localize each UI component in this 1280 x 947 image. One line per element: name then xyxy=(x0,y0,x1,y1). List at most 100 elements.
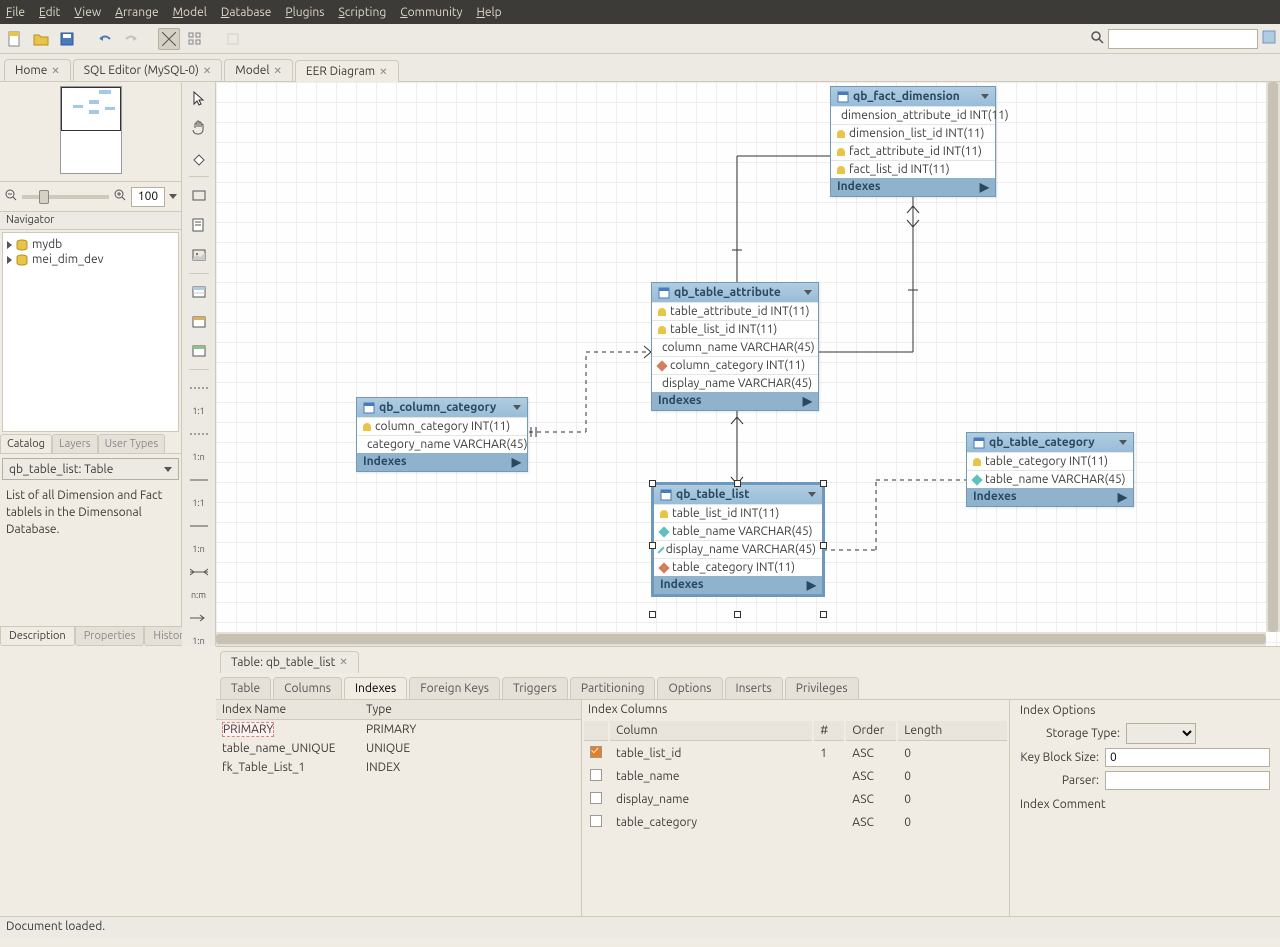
tab-sql-editor[interactable]: SQL Editor (MySQL-0)✕ xyxy=(73,59,223,81)
db-item[interactable]: mei_dim_dev xyxy=(7,252,174,267)
key-block-size-input[interactable] xyxy=(1105,748,1270,767)
entity-qb-table-list[interactable]: qb_table_list table_list_id INT(11) tabl… xyxy=(653,484,823,595)
index-col-row[interactable]: table_categoryASC0 xyxy=(584,812,1007,833)
rel-pick-tool-icon[interactable] xyxy=(186,606,212,630)
menu-file[interactable]: File xyxy=(6,6,25,19)
scrollbar-horizontal[interactable] xyxy=(216,632,1266,646)
tab-layers[interactable]: Layers xyxy=(52,434,98,453)
itab-options[interactable]: Options xyxy=(657,677,722,699)
checkbox[interactable] xyxy=(590,746,602,758)
menu-model[interactable]: Model xyxy=(173,6,207,19)
editor-tab[interactable]: Table: qb_table_list✕ xyxy=(220,651,359,673)
layer-tool-icon[interactable] xyxy=(186,183,212,207)
close-icon[interactable]: ✕ xyxy=(274,65,282,77)
menu-edit[interactable]: Edit xyxy=(39,6,60,19)
status-bar: Document loaded. xyxy=(0,916,1280,938)
search-options-icon[interactable] xyxy=(1262,30,1276,47)
image-tool-icon[interactable] xyxy=(186,243,212,267)
itab-foreign-keys[interactable]: Foreign Keys xyxy=(409,677,500,699)
index-row[interactable]: fk_Table_List_1 INDEX xyxy=(216,758,581,777)
entity-qb-table-attribute[interactable]: qb_table_attribute table_attribute_id IN… xyxy=(651,282,819,411)
eraser-tool-icon[interactable] xyxy=(186,146,212,170)
close-icon[interactable]: ✕ xyxy=(203,65,211,77)
menu-scripting[interactable]: Scripting xyxy=(338,6,386,19)
menu-help[interactable]: Help xyxy=(476,6,501,19)
navigator-tree[interactable]: mydb mei_dim_dev xyxy=(2,232,179,432)
rel-11id-tool-icon[interactable] xyxy=(186,468,212,492)
checkbox[interactable] xyxy=(590,769,602,781)
menu-plugins[interactable]: Plugins xyxy=(285,6,324,19)
scrollbar-vertical[interactable] xyxy=(1266,82,1280,632)
tab-user-types[interactable]: User Types xyxy=(98,434,166,453)
db-item[interactable]: mydb xyxy=(7,237,174,252)
rel-nm-tool-icon[interactable] xyxy=(186,560,212,584)
object-selector[interactable]: qb_table_list: Table xyxy=(2,458,179,480)
itab-columns[interactable]: Columns xyxy=(273,677,342,699)
entity-qb-table-category[interactable]: qb_table_category table_category INT(11)… xyxy=(966,432,1134,507)
tab-model[interactable]: Model✕ xyxy=(224,59,293,81)
save-icon[interactable] xyxy=(56,28,78,50)
menu-community[interactable]: Community xyxy=(400,6,462,19)
undo-icon[interactable] xyxy=(94,28,116,50)
col-header: Length xyxy=(898,721,1007,741)
print-icon[interactable] xyxy=(222,28,244,50)
index-row[interactable]: PRIMARY PRIMARY xyxy=(216,720,581,739)
minimap[interactable] xyxy=(0,82,181,182)
zoom-input[interactable] xyxy=(131,187,165,207)
itab-indexes[interactable]: Indexes xyxy=(344,677,407,699)
menubar: File Edit View Arrange Model Database Pl… xyxy=(0,0,1280,24)
tab-home[interactable]: Home✕ xyxy=(4,59,71,81)
col-header: Column xyxy=(610,721,812,741)
entity-qb-fact-dimension[interactable]: qb_fact_dimension dimension_attribute_id… xyxy=(830,86,996,197)
zoom-in-icon[interactable] xyxy=(113,188,127,205)
zoom-out-icon[interactable] xyxy=(4,188,18,205)
tab-description[interactable]: Description xyxy=(0,627,75,646)
close-icon[interactable]: ✕ xyxy=(339,656,347,669)
close-icon[interactable]: ✕ xyxy=(51,65,59,77)
index-list[interactable]: Index Name Type PRIMARY PRIMARY table_na… xyxy=(216,700,582,916)
zoom-slider[interactable] xyxy=(22,195,109,199)
hand-tool-icon[interactable] xyxy=(186,116,212,140)
table-tool-icon[interactable] xyxy=(186,280,212,304)
index-col-row[interactable]: table_nameASC0 xyxy=(584,766,1007,787)
menu-arrange[interactable]: Arrange xyxy=(115,6,158,19)
entity-qb-column-category[interactable]: qb_column_category column_category INT(1… xyxy=(356,397,528,472)
tab-eer-diagram[interactable]: EER Diagram✕ xyxy=(295,60,399,82)
rel-11-tool-icon[interactable] xyxy=(186,376,212,400)
align-icon[interactable] xyxy=(184,28,206,50)
open-file-icon[interactable] xyxy=(30,28,52,50)
grid-toggle-icon[interactable] xyxy=(158,28,180,50)
description-text: List of all Dimension and Fact tablels i… xyxy=(0,484,181,626)
search-input[interactable] xyxy=(1108,29,1258,49)
zoom-dropdown-icon[interactable] xyxy=(169,194,177,199)
index-col-row[interactable]: table_list_id1ASC0 xyxy=(584,743,1007,764)
itab-triggers[interactable]: Triggers xyxy=(502,677,568,699)
checkbox[interactable] xyxy=(590,792,602,804)
new-file-icon[interactable] xyxy=(4,28,26,50)
storage-type-select[interactable] xyxy=(1126,723,1196,744)
itab-table[interactable]: Table xyxy=(220,677,271,699)
index-col-row[interactable]: display_nameASC0 xyxy=(584,789,1007,810)
document-tabs: Home✕ SQL Editor (MySQL-0)✕ Model✕ EER D… xyxy=(0,54,1280,82)
parser-input[interactable] xyxy=(1105,771,1270,790)
rel-1n-tool-icon[interactable] xyxy=(186,422,212,446)
search-icon xyxy=(1090,30,1104,47)
redo-icon[interactable] xyxy=(120,28,142,50)
close-icon[interactable]: ✕ xyxy=(379,66,387,78)
itab-partitioning[interactable]: Partitioning xyxy=(570,677,656,699)
menu-view[interactable]: View xyxy=(74,6,101,19)
view-tool-icon[interactable] xyxy=(186,310,212,334)
rel-1nid-tool-icon[interactable] xyxy=(186,514,212,538)
menu-database[interactable]: Database xyxy=(221,6,272,19)
note-tool-icon[interactable] xyxy=(186,213,212,237)
tab-catalog[interactable]: Catalog xyxy=(0,434,52,453)
routine-tool-icon[interactable] xyxy=(186,340,212,364)
tab-properties[interactable]: Properties xyxy=(75,627,145,646)
itab-privileges[interactable]: Privileges xyxy=(785,677,859,699)
itab-inserts[interactable]: Inserts xyxy=(725,677,783,699)
pointer-tool-icon[interactable] xyxy=(186,86,212,110)
index-row[interactable]: table_name_UNIQUE UNIQUE xyxy=(216,739,581,758)
checkbox[interactable] xyxy=(590,815,602,827)
diagram-canvas[interactable]: qb_fact_dimension dimension_attribute_id… xyxy=(216,82,1280,646)
col-header: # xyxy=(814,721,844,741)
